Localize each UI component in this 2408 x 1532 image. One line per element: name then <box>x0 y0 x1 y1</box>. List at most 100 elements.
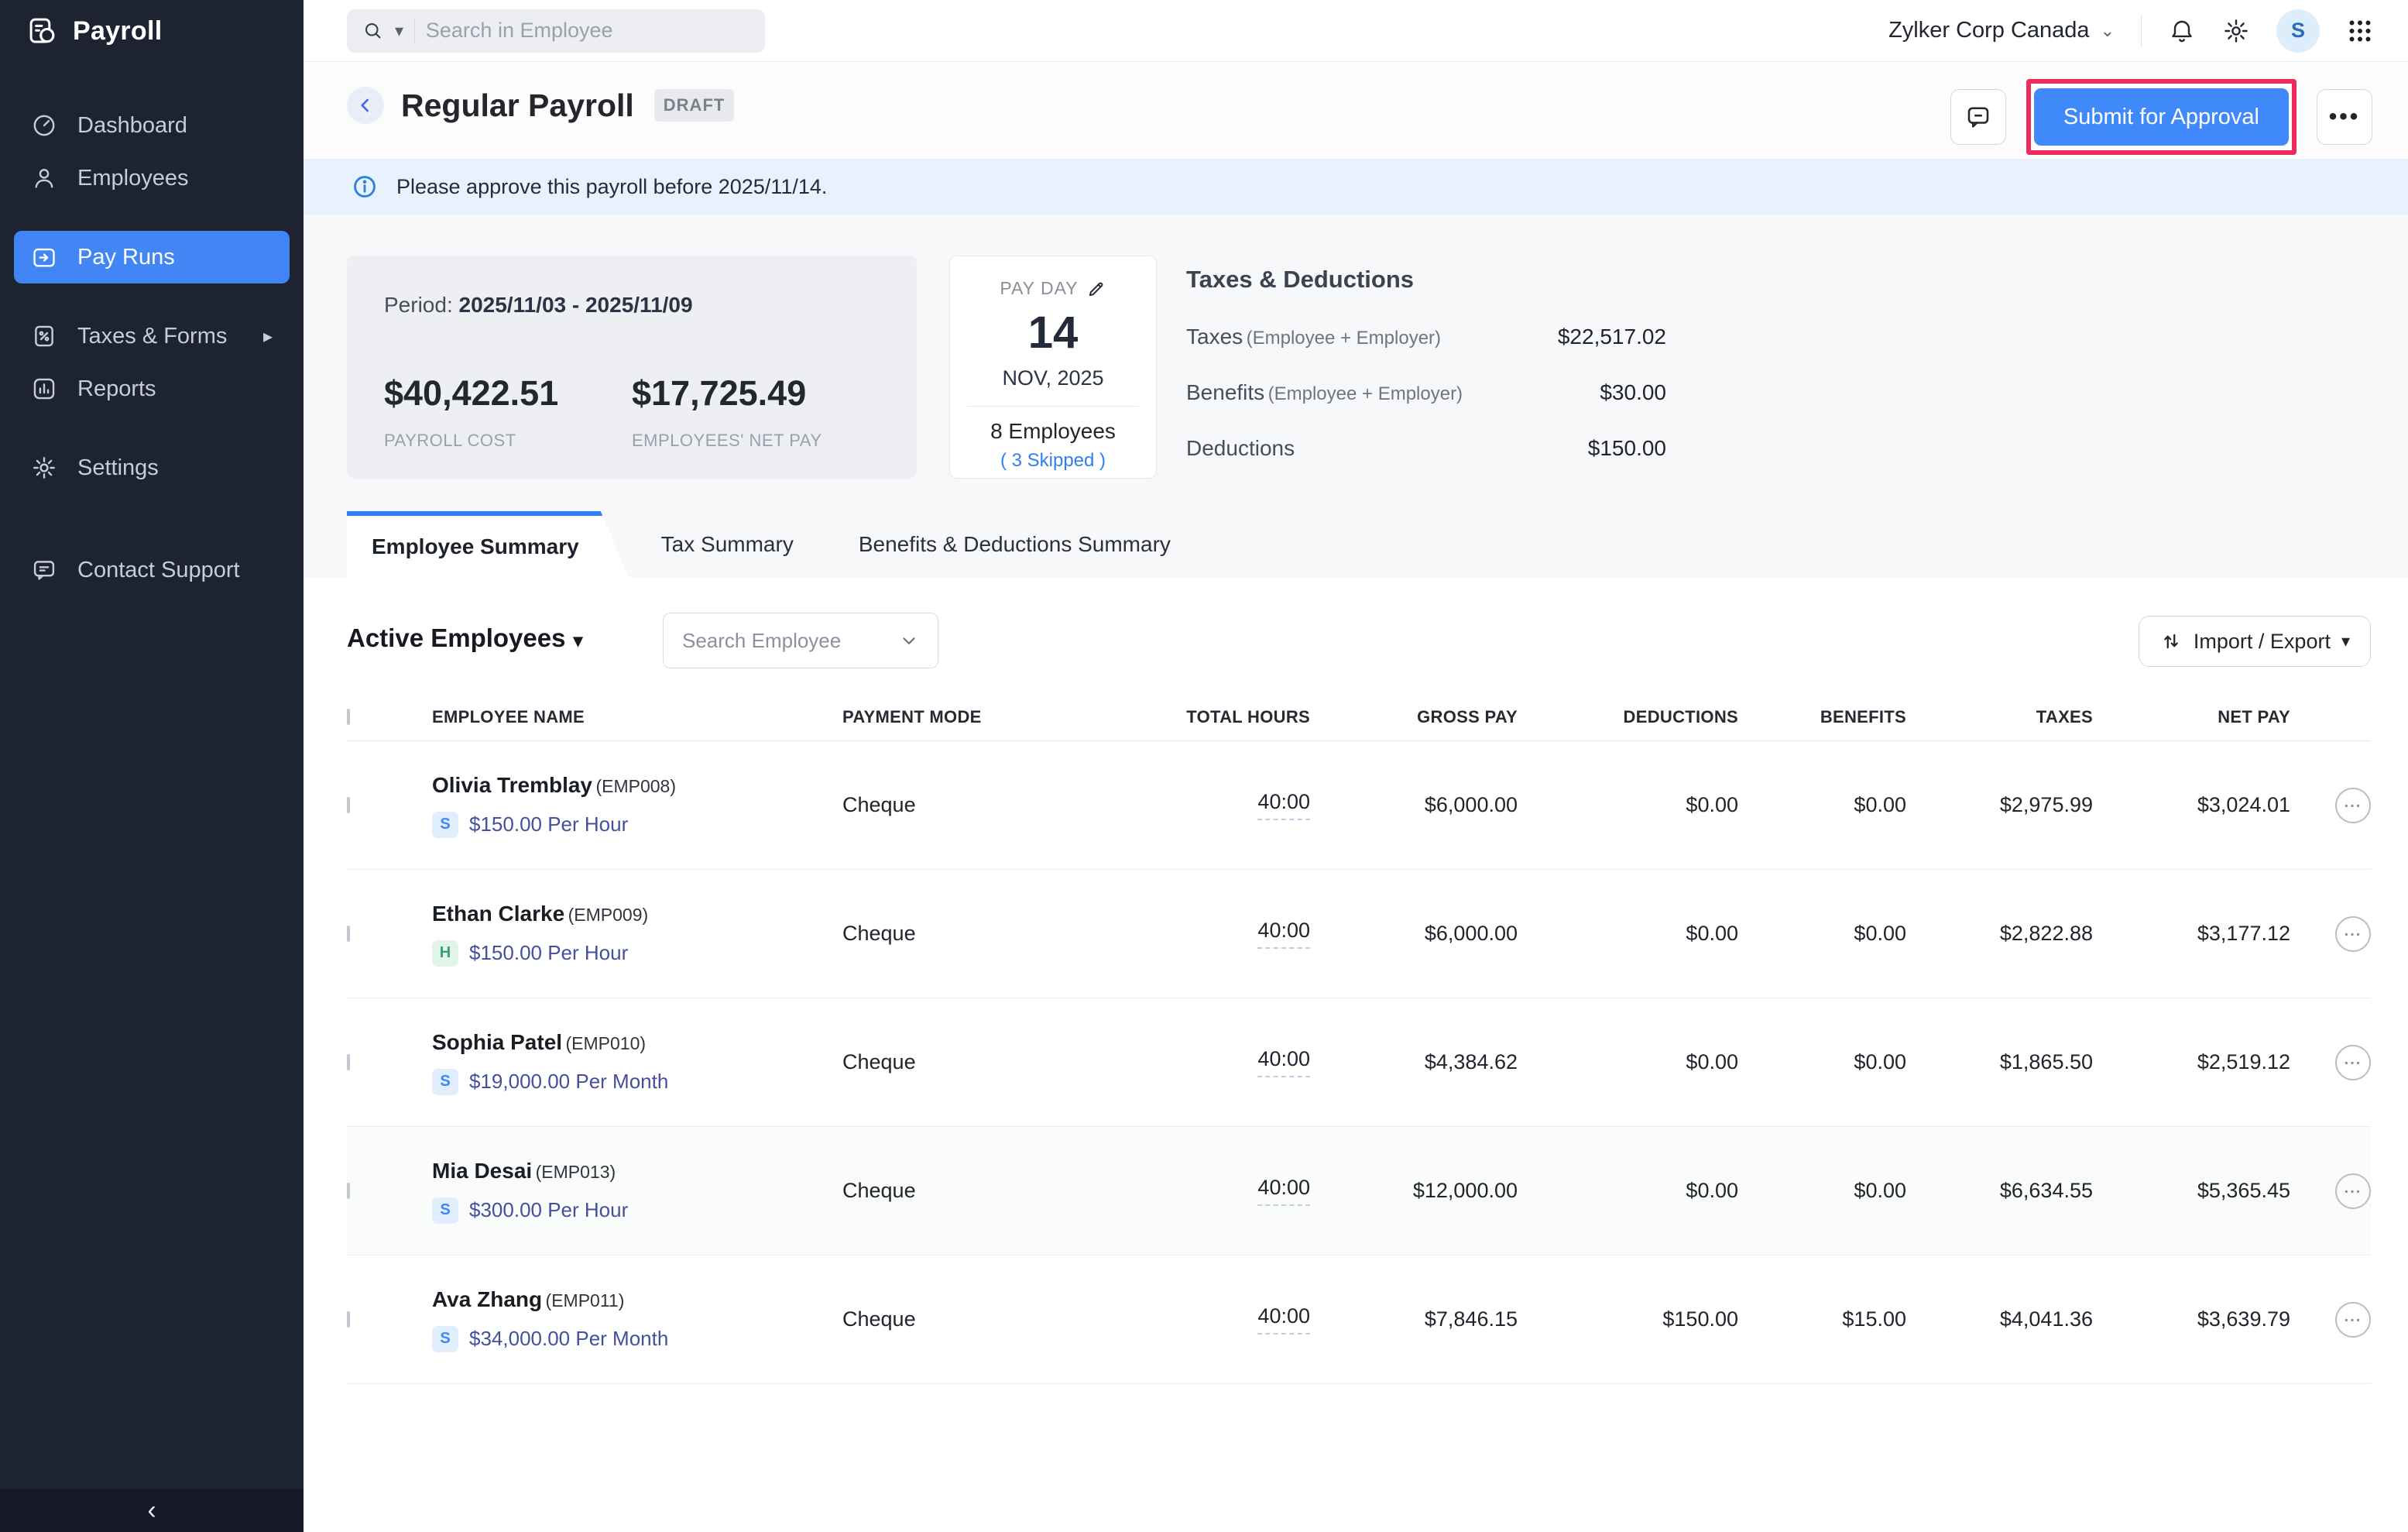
sidebar-item-label: Settings <box>77 455 159 481</box>
row-menu-button[interactable]: ... <box>2335 1302 2371 1338</box>
employee-name-link[interactable]: Olivia Tremblay <box>432 773 592 797</box>
app-logo-header: Payroll <box>0 0 304 62</box>
page-header: Regular Payroll DRAFT Submit for Approva… <box>304 62 2408 159</box>
employee-table: EMPLOYEE NAME PAYMENT MODE TOTAL HOURS G… <box>347 693 2371 1384</box>
back-button[interactable] <box>347 87 384 124</box>
taxes-forms-icon <box>31 323 57 349</box>
payroll-cost-value: $40,422.51 <box>384 373 632 414</box>
sidebar-item-settings[interactable]: Settings <box>14 441 290 494</box>
org-switcher[interactable]: Zylker Corp Canada ⌄ <box>1888 18 2115 43</box>
employee-summary-content: Active Employees▾ Search Employee Imp <box>304 577 2408 1532</box>
period-value: 2025/11/03 - 2025/11/09 <box>459 293 693 317</box>
sidebar-item-label: Dashboard <box>77 113 187 139</box>
total-hours-value[interactable]: 40:00 <box>1257 1176 1310 1206</box>
tax-row: Taxes (Employee + Employer) $22,517.02 <box>1186 325 1666 349</box>
caret-down-icon: ▾ <box>573 630 582 651</box>
row-menu-button[interactable]: ... <box>2335 788 2371 823</box>
net-pay-value: $17,725.49 <box>632 373 880 414</box>
status-badge: DRAFT <box>654 89 735 122</box>
chevron-down-icon <box>899 630 919 651</box>
skipped-employees-link[interactable]: ( 3 Skipped ) <box>950 450 1156 472</box>
row-menu-button[interactable]: ... <box>2335 1173 2371 1209</box>
more-options-button[interactable]: ••• <box>2317 89 2372 145</box>
global-search[interactable]: ▾ <box>347 9 765 53</box>
payday-card: PAY DAY 14 NOV, 2025 8 Employees ( 3 Ski… <box>949 256 1157 479</box>
page-title: Regular Payroll <box>401 88 634 124</box>
total-hours-value[interactable]: 40:00 <box>1257 790 1310 820</box>
sidebar-nav: Dashboard Employees Pay Runs <box>0 99 304 596</box>
sidebar-item-employees[interactable]: Employees <box>14 152 290 204</box>
apps-grid-icon[interactable] <box>2346 17 2374 45</box>
salary-type-badge: S <box>432 1326 458 1352</box>
row-checkbox[interactable] <box>347 1054 350 1070</box>
tab-tax-summary[interactable]: Tax Summary <box>629 511 826 577</box>
sidebar-item-contact-support[interactable]: Contact Support <box>14 544 290 596</box>
table-row: Mia Desai (EMP013) S $300.00 Per Hour Ch… <box>347 1127 2371 1255</box>
search-scope-caret-icon[interactable]: ▾ <box>395 21 403 41</box>
select-all-checkbox[interactable] <box>347 709 350 725</box>
employee-name-link[interactable]: Mia Desai <box>432 1159 532 1183</box>
sidebar-item-pay-runs[interactable]: Pay Runs <box>14 231 290 283</box>
row-checkbox[interactable] <box>347 1311 350 1328</box>
summary-tabs: Employee Summary Tax Summary Benefits & … <box>347 511 1203 577</box>
table-row: Ethan Clarke (EMP009) H $150.00 Per Hour… <box>347 870 2371 998</box>
dashboard-icon <box>31 112 57 139</box>
pencil-edit-icon[interactable] <box>1086 279 1106 299</box>
comment-button[interactable] <box>1950 89 2006 145</box>
payroll-app: Payroll Dashboard Employees <box>0 0 2408 1532</box>
taxes-deductions-title: Taxes & Deductions <box>1186 266 1666 294</box>
payroll-cost-label: PAYROLL COST <box>384 431 632 451</box>
sidebar: Payroll Dashboard Employees <box>0 0 304 1532</box>
import-export-button[interactable]: Import / Export ▾ <box>2139 616 2371 667</box>
search-input[interactable] <box>426 19 749 43</box>
employee-name-link[interactable]: Ethan Clarke <box>432 902 564 926</box>
sidebar-item-reports[interactable]: Reports <box>14 362 290 415</box>
approval-banner: Please approve this payroll before 2025/… <box>304 159 2408 215</box>
table-row: Olivia Tremblay (EMP008) S $150.00 Per H… <box>347 741 2371 870</box>
payday-employee-count: 8 Employees <box>950 419 1156 444</box>
payday-month-year: NOV, 2025 <box>950 366 1156 390</box>
banner-text: Please approve this payroll before 2025/… <box>396 175 827 199</box>
chevron-down-icon: ⌄ <box>2101 21 2115 41</box>
sidebar-item-label: Employees <box>77 166 188 191</box>
sidebar-item-dashboard[interactable]: Dashboard <box>14 99 290 152</box>
period-card: Period: 2025/11/03 - 2025/11/09 $40,422.… <box>347 256 917 479</box>
notifications-bell-icon[interactable] <box>2168 17 2196 45</box>
app-title: Payroll <box>73 16 163 46</box>
collapse-chevron-icon: ‹ <box>147 1496 156 1526</box>
employees-icon <box>31 165 57 191</box>
settings-gear-icon[interactable] <box>2222 17 2250 45</box>
active-employees-filter[interactable]: Active Employees▾ <box>347 623 583 653</box>
payday-day: 14 <box>950 307 1156 359</box>
tax-row: Benefits (Employee + Employer) $30.00 <box>1186 380 1666 405</box>
pay-runs-icon <box>31 244 57 270</box>
employee-name-link[interactable]: Sophia Patel <box>432 1030 562 1054</box>
contact-support-icon <box>31 557 57 583</box>
settings-gear-icon <box>31 455 57 481</box>
reports-icon <box>31 376 57 402</box>
user-avatar[interactable]: S <box>2276 9 2320 53</box>
search-divider <box>414 18 415 44</box>
employee-name-link[interactable]: Ava Zhang <box>432 1287 542 1311</box>
total-hours-value[interactable]: 40:00 <box>1257 919 1310 949</box>
salary-type-badge: S <box>432 1197 458 1224</box>
sidebar-item-label: Taxes & Forms <box>77 324 227 349</box>
row-menu-button[interactable]: ... <box>2335 1045 2371 1080</box>
payroll-logo-icon <box>26 15 59 47</box>
row-checkbox[interactable] <box>347 797 350 813</box>
row-menu-button[interactable]: ... <box>2335 916 2371 952</box>
row-checkbox[interactable] <box>347 926 350 942</box>
summary-section: Period: 2025/11/03 - 2025/11/09 $40,422.… <box>304 215 2408 577</box>
submit-for-approval-button[interactable]: Submit for Approval <box>2034 88 2289 146</box>
tab-employee-summary[interactable]: Employee Summary <box>347 511 629 577</box>
sidebar-item-taxes-forms[interactable]: Taxes & Forms ▸ <box>14 310 290 362</box>
salary-type-badge: S <box>432 812 458 838</box>
tab-benefits-deductions-summary[interactable]: Benefits & Deductions Summary <box>826 511 1203 577</box>
total-hours-value[interactable]: 40:00 <box>1257 1304 1310 1334</box>
row-checkbox[interactable] <box>347 1183 350 1199</box>
total-hours-value[interactable]: 40:00 <box>1257 1047 1310 1077</box>
table-row: Ava Zhang (EMP011) S $34,000.00 Per Mont… <box>347 1255 2371 1384</box>
salary-type-badge: S <box>432 1069 458 1095</box>
employee-search-select[interactable]: Search Employee <box>663 613 938 668</box>
sidebar-collapse-button[interactable]: ‹ <box>0 1489 304 1532</box>
